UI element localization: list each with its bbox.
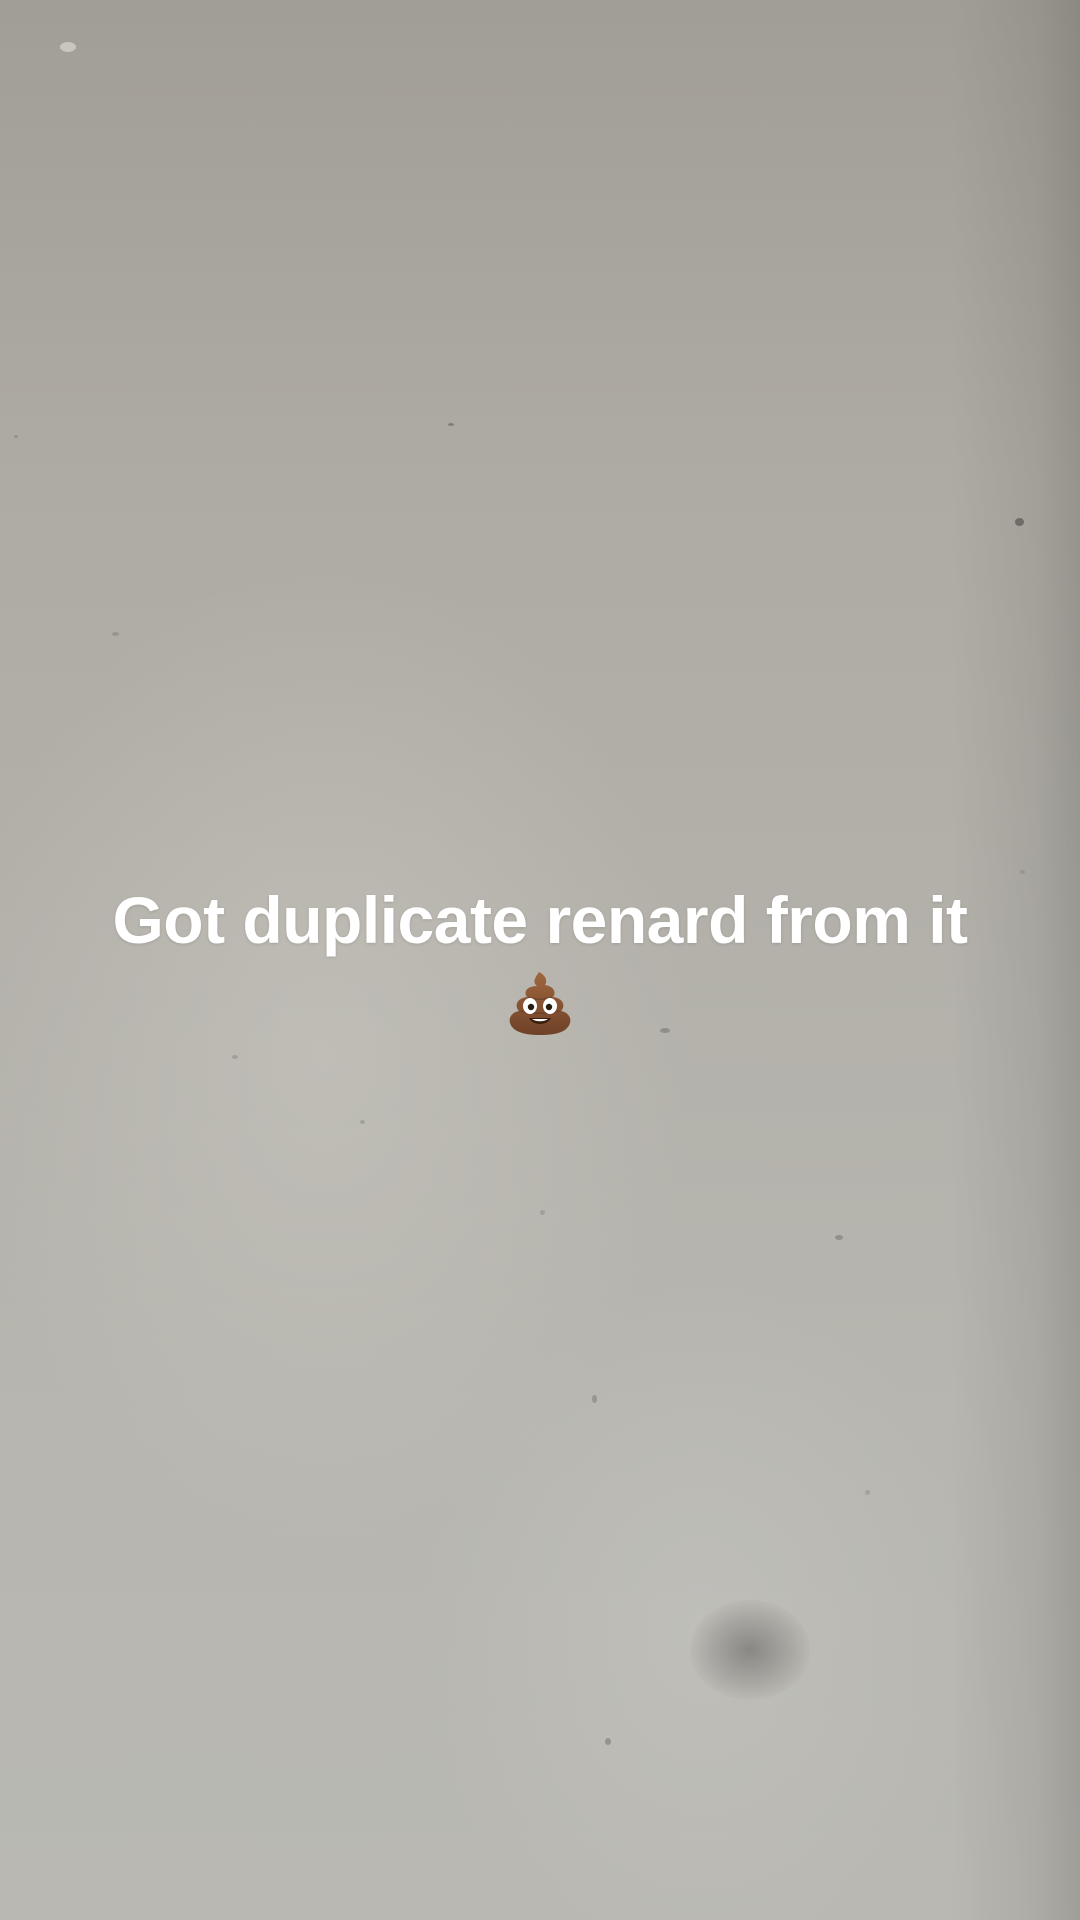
speck xyxy=(605,1738,611,1745)
speck xyxy=(60,42,76,52)
caption-emoji-line xyxy=(0,970,1080,1042)
speck xyxy=(112,632,119,636)
speck xyxy=(360,1120,365,1124)
speck xyxy=(540,1210,545,1215)
speck xyxy=(1015,518,1024,526)
speck xyxy=(865,1490,870,1495)
caption-text: Got duplicate renard from it xyxy=(112,883,968,957)
speck xyxy=(232,1055,238,1059)
speck xyxy=(592,1395,597,1403)
blurred-spot xyxy=(690,1600,810,1700)
speck xyxy=(448,423,454,426)
pile-of-poo-icon xyxy=(509,972,571,1035)
speck xyxy=(14,435,18,438)
speck xyxy=(1020,870,1025,874)
speck xyxy=(835,1235,843,1240)
